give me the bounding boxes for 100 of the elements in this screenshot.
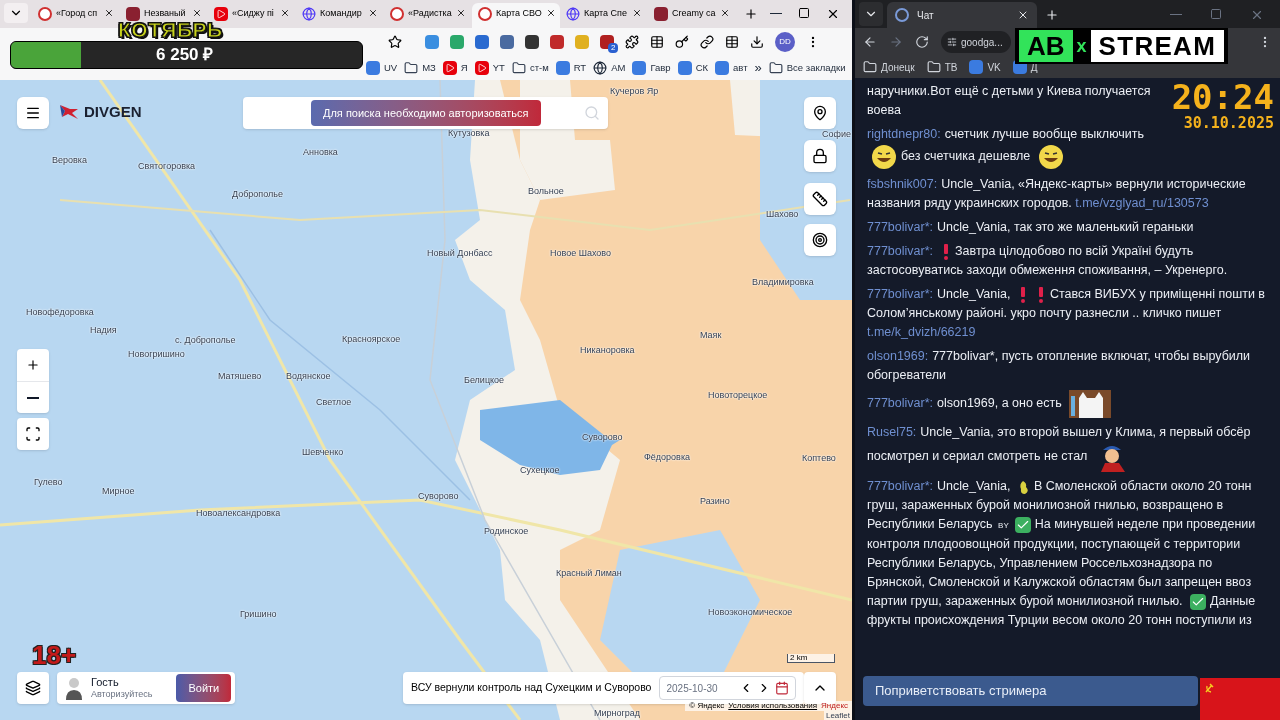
bookmark-item[interactable]: YT [474, 60, 505, 76]
greet-button[interactable]: Поприветствовать стримера [863, 676, 1198, 706]
bookmark-item[interactable]: Я [442, 60, 468, 76]
browser-tab[interactable]: Карта Спе [560, 3, 648, 28]
tab-title: «Сиджу пі [232, 7, 275, 19]
tab-list-button[interactable] [859, 2, 883, 26]
chat-message: 777bolivar*: Uncle_Vania, В Смоленской области около 20 тонн груш, зараженных бурой монилиозной гнилью, возвращено в Республики Беларусь BY На минувшей неделе при проведении контроля плодоовощной продукции, поступающей с территории Республики Беларусь, Управлением Россельхознадзора по Брянской, Смоленской и Калужской областям был запрещен ввоз партии груш, зараженных бурой монилиозной гнилью. Данные фрукты происхождения Турции весом около 20 тонн поступили из [867, 477, 1257, 629]
chat-username[interactable]: 777bolivar*: [867, 220, 933, 234]
browser-tab[interactable]: Creamy ca [648, 3, 736, 28]
browser-tab[interactable]: «Радистка [384, 3, 472, 28]
login-button[interactable]: Войти [176, 674, 232, 702]
chat-username[interactable]: Rusel75: [867, 425, 917, 439]
browser-tab[interactable]: «Город сп [32, 3, 120, 28]
lock-button[interactable] [804, 140, 836, 172]
close-icon[interactable] [1017, 9, 1029, 21]
chat-username[interactable]: 777bolivar*: [867, 287, 933, 301]
reload-icon[interactable] [915, 35, 929, 49]
table-icon[interactable] [650, 35, 664, 49]
menu-button[interactable] [17, 97, 49, 129]
back-icon[interactable] [863, 35, 877, 49]
chat-link[interactable]: t.me/vzglyad_ru/130573 [1075, 196, 1209, 210]
leaflet-link[interactable]: Leaflet [823, 711, 852, 720]
browser-tab[interactable]: Чат [887, 2, 1037, 28]
bookmark-item[interactable]: ТВ [926, 59, 958, 75]
bookmark-item[interactable]: Донецк [863, 59, 915, 75]
map-pin-button[interactable] [804, 97, 836, 129]
close-icon[interactable] [368, 8, 378, 18]
place-label: Вольное [528, 187, 564, 196]
chat-username[interactable]: rightdnepr80: [867, 127, 941, 141]
extension-icon[interactable] [525, 35, 539, 49]
tab-list-button[interactable] [4, 3, 28, 23]
layers-button[interactable] [17, 672, 49, 704]
bookmark-item[interactable]: Гавр [632, 60, 671, 76]
grid-icon[interactable] [725, 35, 739, 49]
bookmark-item[interactable]: ст-м [511, 60, 549, 76]
extension-icon[interactable] [600, 35, 614, 49]
close-icon[interactable] [545, 8, 556, 18]
maximize-icon[interactable] [798, 7, 810, 19]
puzzle-icon[interactable] [625, 35, 639, 49]
scale-label: 2 km [787, 654, 835, 663]
terms-link[interactable]: Условия использования [728, 701, 818, 711]
profile-avatar[interactable]: DD [775, 32, 795, 52]
new-tab-icon[interactable] [744, 7, 758, 21]
bookmark-item[interactable]: Все закладки [768, 60, 846, 76]
browser-tab[interactable]: Карта СВО [472, 3, 560, 28]
chat-message: 777bolivar*: Uncle_Vania, Стався ВИБУХ у приміщенні пошти в Солом’янському районі. укро почту разнесли .. кличко пишет t.me/k_dvizh/66219 [867, 285, 1266, 341]
chat-message: 777bolivar*: Uncle_Vania, так это же маленький гераньки [867, 219, 1195, 236]
place-label: Кутузовка [448, 129, 490, 138]
ruler-button[interactable] [804, 183, 836, 215]
chat-username[interactable]: 777bolivar*: [867, 479, 933, 493]
place-label: Мирноград [594, 709, 641, 718]
extension-icon[interactable] [550, 35, 564, 49]
chat-link[interactable]: t.me/k_dvizh/66219 [867, 325, 976, 339]
download-icon[interactable] [750, 35, 764, 49]
fullscreen-button[interactable] [17, 418, 49, 450]
place-label: Гришино [240, 610, 277, 619]
chat-username[interactable]: 777bolivar*: [867, 244, 933, 258]
chat-username[interactable]: fsbshnik007: [867, 177, 938, 191]
chat-username[interactable]: 777bolivar*: [867, 396, 933, 411]
target-button[interactable] [804, 224, 836, 256]
site-icon [677, 61, 692, 75]
user-hint: Авторизуйтесь [91, 689, 153, 701]
link-icon[interactable] [700, 35, 714, 49]
site-settings-icon[interactable] [947, 37, 957, 47]
layers-icon [25, 680, 41, 696]
extension-icon[interactable] [475, 35, 489, 49]
bookmark-item[interactable]: UV [366, 60, 398, 76]
place-label: с. Доброполье [175, 336, 236, 345]
browser-tab[interactable]: Командир [296, 3, 384, 28]
close-icon[interactable] [280, 8, 290, 18]
video-icon [474, 61, 489, 75]
close-icon[interactable] [826, 7, 840, 21]
bookmark-item[interactable]: RT [555, 60, 587, 76]
lock-icon [812, 148, 828, 164]
forward-icon[interactable] [889, 35, 903, 49]
close-icon[interactable] [632, 8, 642, 18]
hammer-sickle-icon [1204, 682, 1216, 694]
close-icon[interactable] [456, 8, 466, 18]
address-field[interactable]: goodga... [941, 31, 1011, 53]
chat-username[interactable]: olson1969: [867, 349, 929, 363]
folder-icon [404, 61, 419, 75]
bookmark-item[interactable]: СК [677, 60, 709, 76]
date-field[interactable]: 2025-10-30 [659, 676, 797, 700]
bookmark-item[interactable]: МЗ [404, 60, 436, 76]
close-icon[interactable] [104, 8, 114, 18]
bookmark-item[interactable]: AM [593, 60, 626, 76]
close-icon[interactable] [192, 8, 202, 18]
close-icon[interactable] [720, 8, 730, 18]
map-pin-icon [812, 105, 828, 121]
new-tab-icon[interactable] [1045, 8, 1059, 22]
bookmark-item[interactable]: » [754, 58, 762, 78]
calendar-icon[interactable] [775, 681, 790, 695]
bookmark-star-icon[interactable] [388, 35, 402, 49]
chat-message: olson1969: 777bolivar*, пусть отопление включат, чтобы вырубили обогреватели [867, 348, 1252, 384]
bookmark-item[interactable]: VK [969, 59, 1001, 75]
extension-icon[interactable] [500, 35, 514, 49]
expand-button[interactable] [804, 672, 836, 704]
target-icon [812, 232, 828, 248]
bookmark-item[interactable]: авт [715, 60, 748, 76]
key-icon[interactable] [675, 35, 689, 49]
